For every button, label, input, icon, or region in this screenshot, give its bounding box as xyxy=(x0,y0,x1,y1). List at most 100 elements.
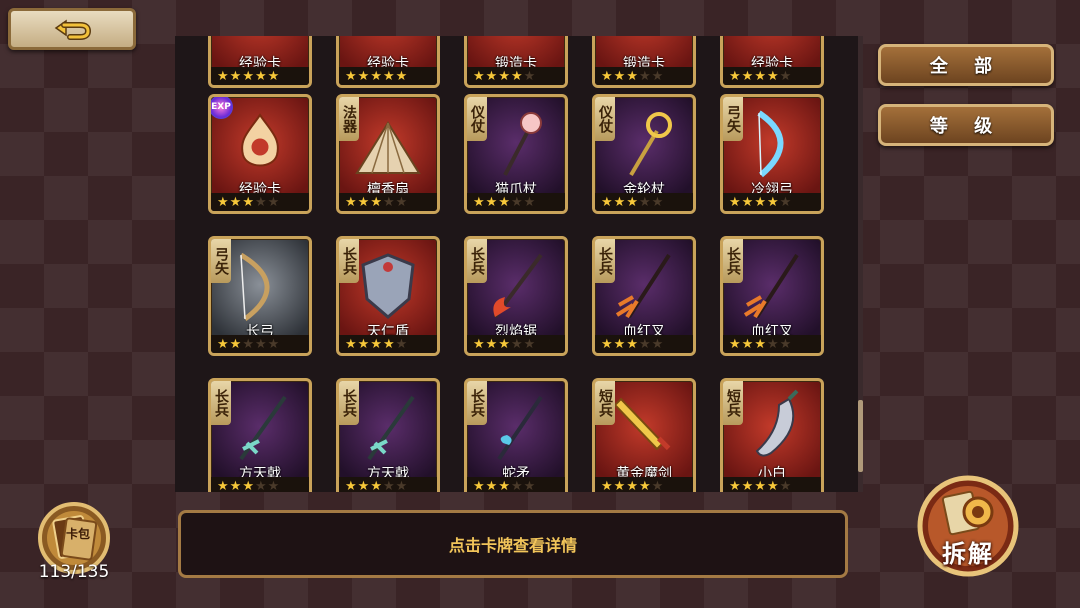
card-partial[interactable]: 经验卡 ★ ★ ★ ★ ★ xyxy=(208,36,312,88)
star-icon: ★ xyxy=(754,478,766,493)
card-type-tag: 长兵 xyxy=(339,381,359,425)
partial-icon xyxy=(603,36,685,53)
star-icon: ★ xyxy=(498,194,510,210)
star-icon: ★ xyxy=(766,336,779,352)
halberd-icon xyxy=(367,395,415,461)
star-icon: ★ xyxy=(754,68,766,84)
star-icon: ★ xyxy=(754,194,766,210)
star-icon: ★ xyxy=(498,478,510,493)
star-icon: ★ xyxy=(601,478,613,493)
partial-icon xyxy=(347,36,429,53)
star-icon: ★ xyxy=(485,478,498,493)
star-icon: ★ xyxy=(345,68,357,84)
star-icon: ★ xyxy=(626,194,638,210)
card-grid-scrollbar[interactable] xyxy=(858,36,863,492)
scrollbar-thumb[interactable] xyxy=(858,400,863,472)
star-icon: ★ xyxy=(370,336,382,352)
star-icon: ★ xyxy=(242,336,254,352)
card-halberd[interactable]: 长兵 方天戟 ★ ★ ★ ★ ★ xyxy=(208,378,312,492)
star-icon: ★ xyxy=(601,336,613,352)
star-icon: ★ xyxy=(729,478,741,493)
star-icon: ★ xyxy=(473,478,485,493)
star-icon: ★ xyxy=(267,194,280,210)
star-icon: ★ xyxy=(626,336,638,352)
star-icon: ★ xyxy=(485,336,498,352)
star-icon: ★ xyxy=(523,478,536,493)
card-shield[interactable]: 长兵 天仁盾 ★ ★ ★ ★ ★ xyxy=(336,236,440,356)
card-partial[interactable]: 经验卡 ★ ★ ★ ★ ★ xyxy=(720,36,824,88)
card-type-tag: 法器 xyxy=(339,97,359,141)
star-icon: ★ xyxy=(613,68,626,84)
card-type-tag: 长兵 xyxy=(723,239,743,283)
svg-text:卡包: 卡包 xyxy=(66,526,90,541)
card-paw-staff[interactable]: 仪仗 猫爪杖 ★ ★ ★ ★ ★ xyxy=(464,94,568,214)
card-fan[interactable]: 法器 檀香扇 ★ ★ ★ ★ ★ xyxy=(336,94,440,214)
star-icon: ★ xyxy=(729,194,741,210)
star-icon: ★ xyxy=(766,68,779,84)
card-type-tag: 长兵 xyxy=(595,239,615,283)
star-icon: ★ xyxy=(638,68,651,84)
star-icon: ★ xyxy=(382,478,395,493)
star-icon: ★ xyxy=(741,68,754,84)
star-icon: ★ xyxy=(345,336,357,352)
card-longbow[interactable]: 弓矢 长弓 ★ ★ ★ ★ ★ xyxy=(208,236,312,356)
star-icon: ★ xyxy=(741,478,754,493)
star-icon: ★ xyxy=(729,336,741,352)
star-icon: ★ xyxy=(638,194,651,210)
card-spear[interactable]: 长兵 蛇矛 ★ ★ ★ ★ ★ xyxy=(464,378,568,492)
flame-glaive-icon xyxy=(493,253,543,319)
star-icon: ★ xyxy=(729,68,741,84)
star-icon: ★ xyxy=(601,68,613,84)
card-star-rating: ★ ★ ★ ★ ★ xyxy=(211,193,309,211)
star-icon: ★ xyxy=(510,68,523,84)
card-golden-sword[interactable]: 短兵 黄金魔剑 ★ ★ ★ ★ ★ xyxy=(592,378,696,492)
card-flame-emblem[interactable]: EXP 经验卡 ★ ★ ★ ★ ★ xyxy=(208,94,312,214)
star-icon: ★ xyxy=(779,194,792,210)
star-icon: ★ xyxy=(473,68,485,84)
star-icon: ★ xyxy=(395,194,408,210)
star-icon: ★ xyxy=(779,336,792,352)
card-halberd[interactable]: 长兵 方天戟 ★ ★ ★ ★ ★ xyxy=(336,378,440,492)
partial-icon xyxy=(219,36,301,53)
star-icon: ★ xyxy=(638,478,651,493)
star-icon: ★ xyxy=(267,336,280,352)
star-icon: ★ xyxy=(638,336,651,352)
star-icon: ★ xyxy=(382,194,395,210)
card-ring-staff[interactable]: 仪仗 金轮杖 ★ ★ ★ ★ ★ xyxy=(592,94,696,214)
star-icon: ★ xyxy=(229,336,242,352)
card-grid[interactable]: 经验卡 ★ ★ ★ ★ ★ 经验卡 ★ ★ ★ ★ ★ 锻造卡 ★ ★ ★ ★ ★ 锻造卡 ★ ★ ★ ★ ★ 经验卡 ★ ★ ★ ★ ★… xyxy=(175,36,863,492)
star-icon: ★ xyxy=(254,194,267,210)
filter-all-button[interactable]: 全 部 xyxy=(878,44,1054,86)
card-star-rating: ★ ★ ★ ★ ★ xyxy=(339,193,437,211)
card-trident[interactable]: 长兵 血红叉 ★ ★ ★ ★ ★ xyxy=(720,236,824,356)
card-flame-glaive[interactable]: 长兵 烈焰锯 ★ ★ ★ ★ ★ xyxy=(464,236,568,356)
star-icon: ★ xyxy=(229,194,242,210)
star-icon: ★ xyxy=(779,68,792,84)
star-icon: ★ xyxy=(370,478,382,493)
blade-icon xyxy=(755,389,799,457)
star-icon: ★ xyxy=(779,478,792,493)
star-icon: ★ xyxy=(370,68,382,84)
star-icon: ★ xyxy=(523,194,536,210)
card-star-rating: ★ ★ ★ ★ ★ xyxy=(595,477,693,492)
star-icon: ★ xyxy=(217,478,229,493)
card-partial[interactable]: 锻造卡 ★ ★ ★ ★ ★ xyxy=(464,36,568,88)
card-partial[interactable]: 经验卡 ★ ★ ★ ★ ★ xyxy=(336,36,440,88)
star-icon: ★ xyxy=(370,194,382,210)
card-partial[interactable]: 锻造卡 ★ ★ ★ ★ ★ xyxy=(592,36,696,88)
card-star-rating: ★ ★ ★ ★ ★ xyxy=(723,193,821,211)
card-star-rating: ★ ★ ★ ★ ★ xyxy=(467,335,565,353)
card-trident[interactable]: 长兵 血红叉 ★ ★ ★ ★ ★ xyxy=(592,236,696,356)
ice-bow-icon xyxy=(757,110,784,178)
star-icon: ★ xyxy=(613,336,626,352)
star-icon: ★ xyxy=(395,336,408,352)
exp-badge: EXP xyxy=(211,97,233,119)
card-type-tag: 仪仗 xyxy=(467,97,487,141)
card-star-rating: ★ ★ ★ ★ ★ xyxy=(339,477,437,492)
card-blade[interactable]: 短兵 小白 ★ ★ ★ ★ ★ xyxy=(720,378,824,492)
star-icon: ★ xyxy=(523,68,536,84)
back-button[interactable] xyxy=(8,8,136,50)
card-ice-bow[interactable]: 弓矢 冷翎弓 ★ ★ ★ ★ ★ xyxy=(720,94,824,214)
card-count: 113/135 xyxy=(38,562,110,582)
filter-level-button[interactable]: 等 级 xyxy=(878,104,1054,146)
